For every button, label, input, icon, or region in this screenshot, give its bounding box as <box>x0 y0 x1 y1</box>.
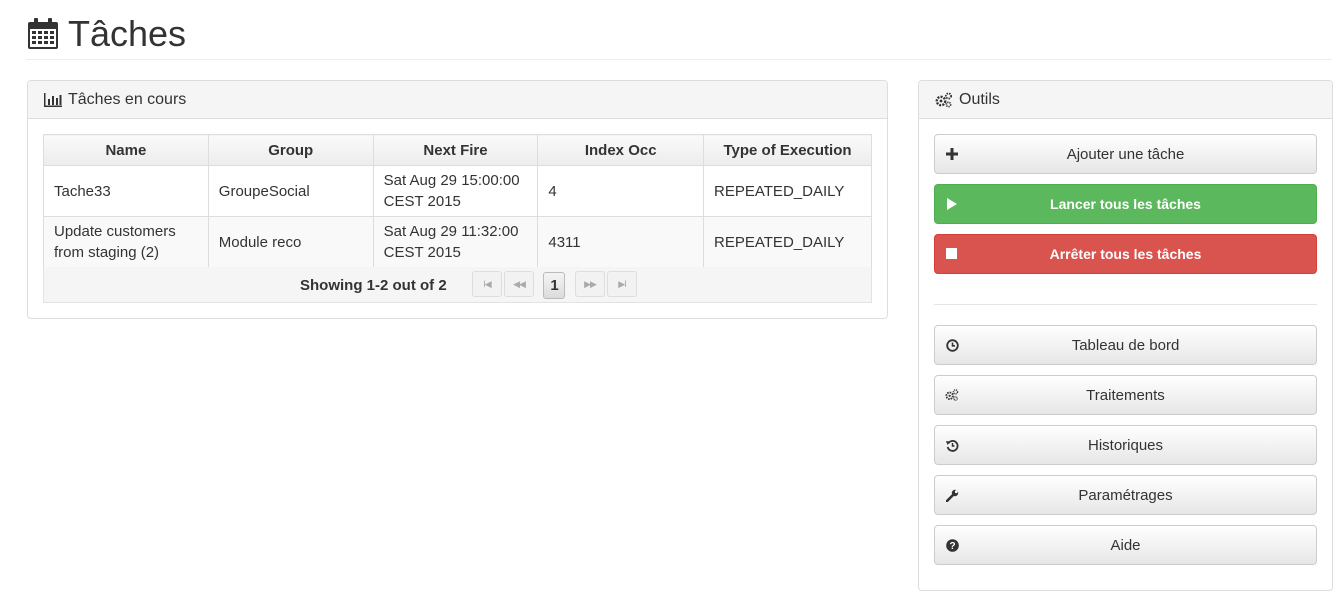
task-name-line: Update customers <box>54 223 176 240</box>
processing-button[interactable]: Traitements <box>934 375 1317 415</box>
task-type-cell: REPEATED_DAILY <box>703 165 872 217</box>
task-index-cell: 4311 <box>537 216 705 268</box>
help-label: Aide <box>1110 536 1141 554</box>
processing-label: Traitements <box>1086 386 1165 404</box>
dashboard-label: Tableau de bord <box>1071 336 1180 354</box>
task-next-fire-cell: Sat Aug 29 15:00:00 CEST 2015 <box>372 165 539 217</box>
task-group-cell: Module reco <box>207 216 374 268</box>
pagination-bar: Showing 1-2 out of 2 I◀ ◀◀ 1 ▶▶ ▶I <box>43 267 872 303</box>
tasks-panel-heading: Tâches en cours <box>28 81 887 119</box>
stop-all-tasks-button[interactable]: Arrêter tous les tâches <box>934 234 1317 274</box>
task-next-fire-cell: Sat Aug 29 11:32:00 CEST 2015 <box>372 216 539 268</box>
history-icon <box>945 438 959 452</box>
calendar-icon <box>26 17 60 51</box>
next-fire-date: Sat Aug 29 11:32:00 <box>383 223 519 240</box>
column-header-type-of-execution[interactable]: Type of Execution <box>703 134 872 166</box>
first-page-button[interactable]: I◀ <box>472 271 502 297</box>
stop-all-tasks-label: Arrêter tous les tâches <box>1049 246 1202 262</box>
column-header-next-fire[interactable]: Next Fire <box>372 134 539 166</box>
play-icon <box>945 197 959 211</box>
table-header-row: Name Group Next Fire Index Occ Type of E… <box>43 134 872 166</box>
svg-text:?: ? <box>949 541 955 552</box>
tools-panel-heading: Outils <box>919 81 1332 119</box>
pagination-summary: Showing 1-2 out of 2 <box>300 277 447 294</box>
column-header-group[interactable]: Group <box>207 134 374 166</box>
start-all-tasks-label: Lancer tous les tâches <box>1050 196 1201 212</box>
add-task-label: Ajouter une tâche <box>1066 145 1185 163</box>
dashboard-button[interactable]: Tableau de bord <box>934 325 1317 365</box>
add-task-button[interactable]: Ajouter une tâche <box>934 134 1317 174</box>
stop-icon <box>945 247 959 261</box>
task-index-cell: 4 <box>537 165 705 217</box>
next-fire-zone: CEST 2015 <box>383 244 461 261</box>
tasks-table: Name Group Next Fire Index Occ Type of E… <box>43 134 872 268</box>
settings-button[interactable]: Paramétrages <box>934 475 1317 515</box>
tools-panel: Outils Ajouter une tâche Lancer tous les… <box>918 80 1333 591</box>
wrench-icon <box>945 488 959 502</box>
column-header-index-occ[interactable]: Index Occ <box>537 134 705 166</box>
help-button[interactable]: ? Aide <box>934 525 1317 565</box>
dashboard-icon <box>945 338 959 352</box>
bar-chart-icon <box>44 92 62 107</box>
task-group-cell: GroupeSocial <box>207 165 374 217</box>
history-button[interactable]: Historiques <box>934 425 1317 465</box>
settings-label: Paramétrages <box>1078 486 1173 504</box>
cogs-icon <box>935 92 953 108</box>
task-name-cell: Update customers from staging (2) <box>43 216 209 268</box>
task-name-cell: Tache33 <box>43 165 209 217</box>
question-icon: ? <box>945 538 959 552</box>
plus-icon <box>945 147 959 161</box>
tasks-panel: Tâches en cours Name Group Next Fire Ind… <box>27 80 888 319</box>
history-label: Historiques <box>1087 436 1164 454</box>
page-title: Tâches <box>68 12 187 54</box>
page-1-button[interactable]: 1 <box>543 272 565 299</box>
start-all-tasks-button[interactable]: Lancer tous les tâches <box>934 184 1317 224</box>
next-fire-zone: CEST 2015 <box>383 193 461 210</box>
previous-page-button[interactable]: ◀◀ <box>504 271 534 297</box>
divider <box>934 304 1317 305</box>
next-page-button[interactable]: ▶▶ <box>575 271 605 297</box>
page-header: Tâches <box>26 8 1332 60</box>
tasks-panel-title: Tâches en cours <box>68 90 187 108</box>
last-page-button[interactable]: ▶I <box>607 271 637 297</box>
task-name-line: from staging (2) <box>54 244 160 261</box>
table-row[interactable]: Update customers from staging (2) Module… <box>43 216 872 268</box>
table-row[interactable]: Tache33 GroupeSocial Sat Aug 29 15:00:00… <box>43 165 872 217</box>
next-fire-date: Sat Aug 29 15:00:00 <box>383 172 520 189</box>
task-type-cell: REPEATED_DAILY <box>703 216 872 268</box>
cogs-icon <box>945 388 959 402</box>
tools-panel-title: Outils <box>959 90 1000 108</box>
column-header-name[interactable]: Name <box>43 134 209 166</box>
